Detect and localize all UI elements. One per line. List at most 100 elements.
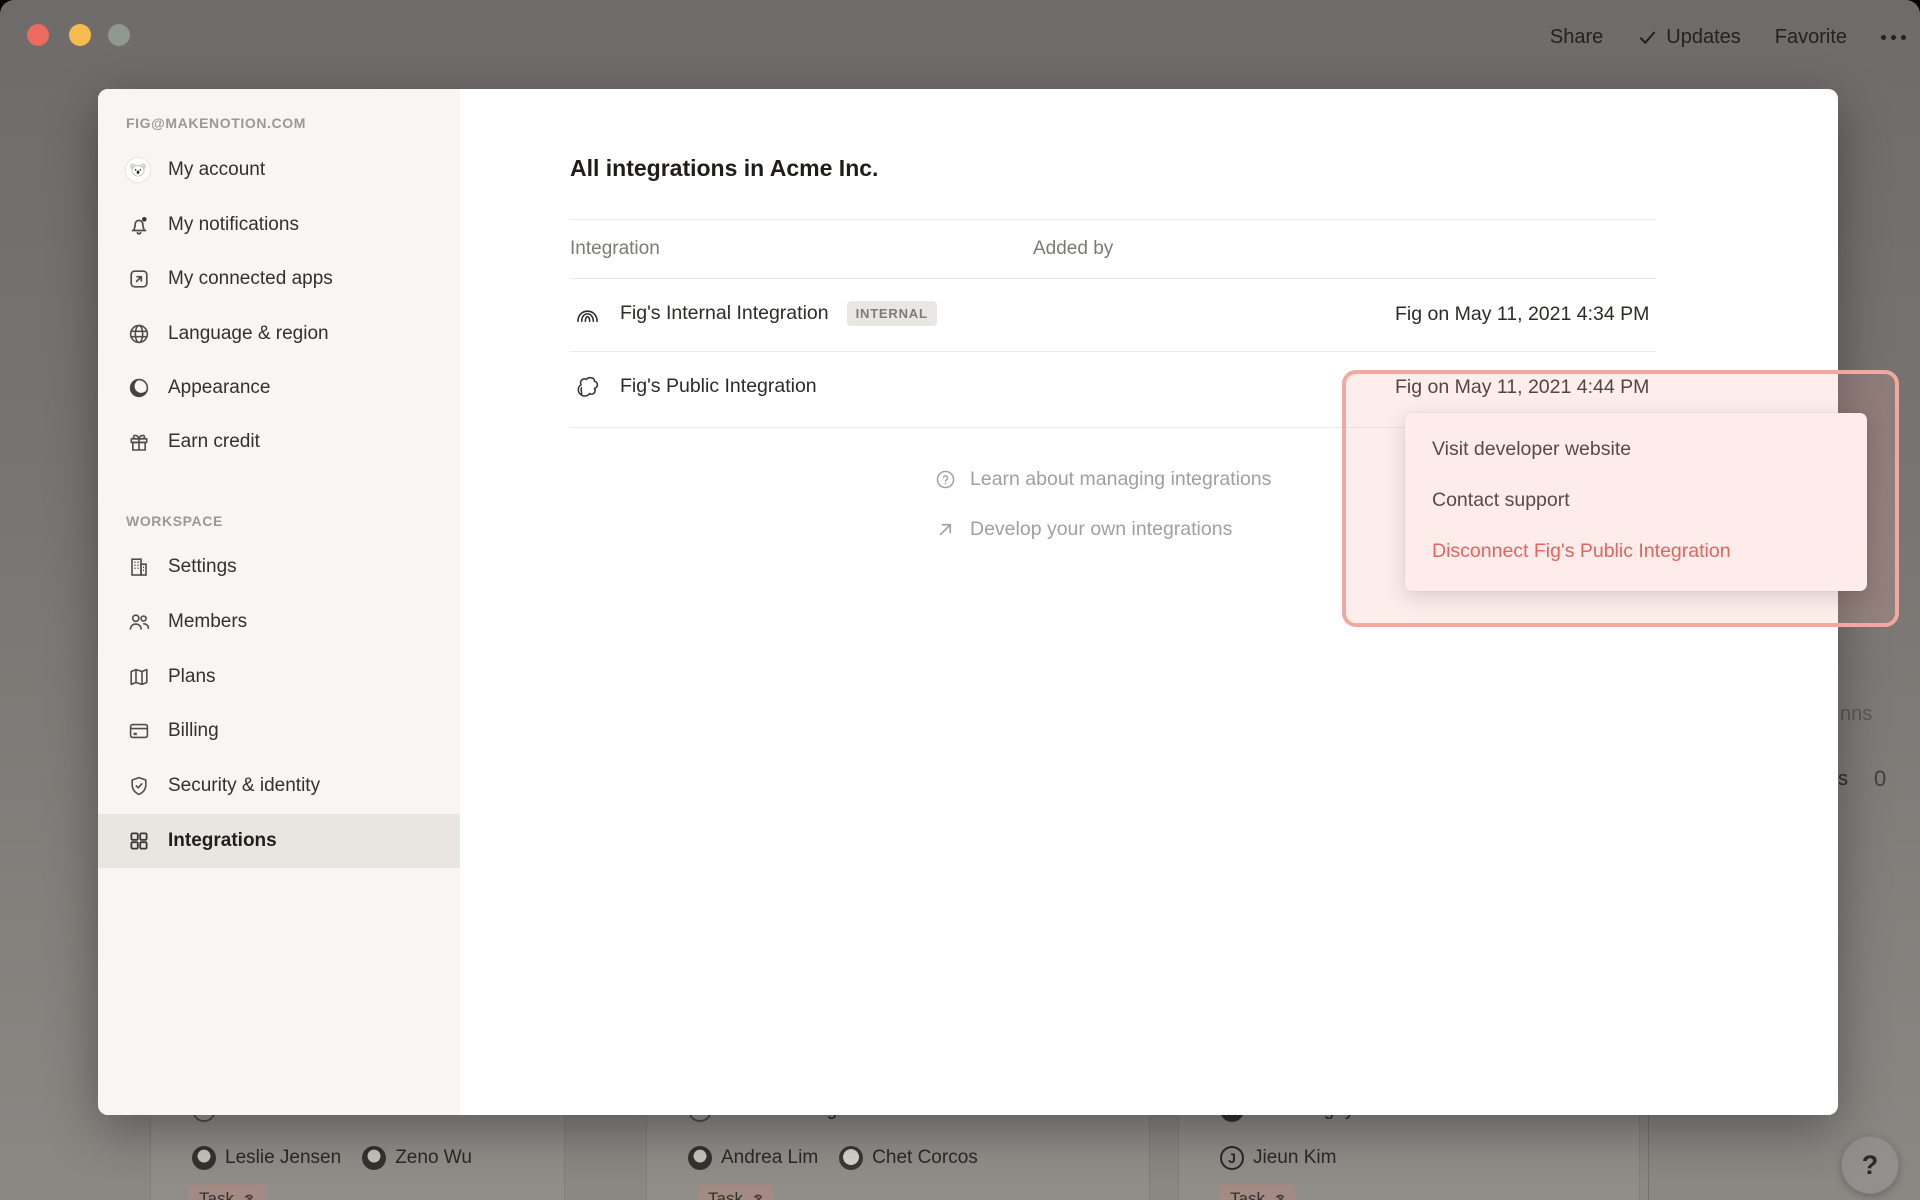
favorite-label: Favorite [1775, 26, 1847, 49]
minimize-window-button[interactable] [69, 24, 91, 46]
added-by-value: Fig on May 11, 2021 4:44 PM [1395, 376, 1649, 399]
sidebar-item-label: Appearance [168, 377, 270, 399]
task-tag: Task [189, 1184, 265, 1200]
settings-modal: FIG@MAKENOTION.COM My account My notific… [98, 89, 1838, 1115]
sidebar-item-billing[interactable]: Billing [98, 704, 460, 758]
titlebar: Share Updates Favorite [0, 0, 1920, 74]
avatar [192, 1146, 216, 1170]
hammer-icon [749, 1192, 764, 1200]
bell-icon [126, 212, 152, 238]
updates-label: Updates [1666, 26, 1741, 49]
sidebar-item-label: Earn credit [168, 431, 260, 453]
account-email-heading: FIG@MAKENOTION.COM [126, 115, 306, 131]
background-count-fragment: 0 [1874, 766, 1886, 792]
koala-avatar-icon [126, 157, 152, 183]
task-tag-label: Task [199, 1189, 234, 1200]
sidebar-item-label: Language & region [168, 323, 329, 345]
arrow-top-right-square-icon [126, 266, 152, 292]
integration-row: Fig's Public Integration [573, 372, 817, 401]
divider [570, 278, 1656, 279]
column-header-added-by: Added by [1033, 238, 1113, 260]
sidebar-item-appearance[interactable]: Appearance [98, 361, 460, 415]
sidebar-item-label: Plans [168, 666, 216, 688]
sidebar-item-members[interactable]: Members [98, 595, 460, 649]
building-icon [126, 554, 152, 580]
gift-icon [126, 429, 152, 455]
develop-integrations-link[interactable]: Develop your own integrations [934, 518, 1232, 541]
sidebar-item-label: Security & identity [168, 775, 320, 797]
sidebar-item-settings[interactable]: Settings [98, 540, 460, 594]
sidebar-item-security-identity[interactable]: Security & identity [98, 759, 460, 813]
map-icon [126, 664, 152, 690]
close-window-button[interactable] [27, 24, 49, 46]
sidebar-item-label: Settings [168, 556, 237, 578]
help-button[interactable]: ? [1841, 1136, 1899, 1194]
column-header-integration: Integration [570, 238, 660, 260]
added-by-value: Fig on May 11, 2021 4:34 PM [1395, 303, 1649, 326]
rainbow-icon [573, 299, 602, 328]
favorite-button[interactable]: Favorite [1775, 26, 1847, 49]
sidebar-item-my-connected-apps[interactable]: My connected apps [98, 252, 460, 306]
sidebar-item-label: Members [168, 611, 247, 633]
person-name: Jieun Kim [1253, 1147, 1336, 1169]
integration-row: Fig's Internal Integration INTERNAL [573, 299, 937, 328]
person-name: Zeno Wu [395, 1147, 472, 1169]
person-name: Leslie Jensen [225, 1147, 341, 1169]
integration-name: Fig's Public Integration [620, 375, 817, 398]
arrow-up-right-icon [934, 518, 957, 541]
workspace-heading: WORKSPACE [126, 513, 223, 529]
hammer-icon [1271, 1192, 1286, 1200]
screen: Share Updates Favorite [0, 0, 1920, 1200]
updates-button[interactable]: Updates [1637, 26, 1741, 49]
board-person-row: J Jieun Kim [1220, 1146, 1336, 1170]
globe-icon [126, 321, 152, 347]
sidebar-item-label: Integrations [168, 830, 277, 852]
sidebar-item-my-notifications[interactable]: My notifications [98, 198, 460, 252]
sidebar-item-integrations[interactable]: Integrations [98, 814, 460, 868]
sidebar-item-label: My notifications [168, 214, 299, 236]
menu-item-disconnect-integration[interactable]: Disconnect Fig's Public Integration [1405, 526, 1867, 577]
task-tag: Task [698, 1184, 774, 1200]
credit-card-icon [126, 718, 152, 744]
learn-managing-integrations-link[interactable]: Learn about managing integrations [934, 468, 1271, 491]
integration-context-menu: Visit developer website Contact support … [1405, 413, 1867, 591]
sidebar-item-earn-credit[interactable]: Earn credit [98, 415, 460, 469]
divider [570, 219, 1656, 220]
people-icon [126, 609, 152, 635]
share-button[interactable]: Share [1550, 26, 1603, 49]
menu-item-contact-support[interactable]: Contact support [1405, 475, 1867, 526]
avatar [688, 1146, 712, 1170]
grid-icon [126, 828, 152, 854]
person-name: Andrea Lim [721, 1147, 818, 1169]
sidebar-item-label: My connected apps [168, 268, 333, 290]
sidebar-item-language-region[interactable]: Language & region [98, 307, 460, 361]
avatar [839, 1146, 863, 1170]
zoom-window-button[interactable] [108, 24, 130, 46]
scribble-doodle-icon [573, 372, 602, 401]
help-circle-icon [934, 468, 957, 491]
check-icon [1637, 27, 1658, 48]
internal-badge: INTERNAL [847, 301, 937, 326]
board-person-row: Leslie Jensen Zeno Wu [192, 1146, 472, 1170]
person-name: Chet Corcos [872, 1147, 978, 1169]
share-label: Share [1550, 26, 1603, 49]
task-tag: Task [1220, 1184, 1296, 1200]
link-label: Develop your own integrations [970, 518, 1232, 541]
more-options-icon[interactable] [1881, 35, 1906, 40]
integrations-panel: All integrations in Acme Inc. Integratio… [460, 89, 1838, 1115]
background-text-fragment: nns [1840, 703, 1872, 726]
menu-item-visit-developer-website[interactable]: Visit developer website [1405, 424, 1867, 475]
avatar: J [1220, 1146, 1244, 1170]
settings-sidebar: FIG@MAKENOTION.COM My account My notific… [98, 89, 460, 1115]
task-tag-label: Task [1230, 1189, 1265, 1200]
sidebar-item-plans[interactable]: Plans [98, 650, 460, 704]
link-label: Learn about managing integrations [970, 468, 1271, 491]
board-column-divider [1648, 1115, 1649, 1200]
sidebar-item-label: Billing [168, 720, 219, 742]
board-person-row: Andrea Lim Chet Corcos [688, 1146, 978, 1170]
sidebar-item-my-account[interactable]: My account [98, 143, 460, 197]
hammer-icon [240, 1192, 255, 1200]
integration-name: Fig's Internal Integration [620, 302, 829, 325]
sidebar-item-label: My account [168, 159, 265, 181]
background-text-fragment: s [1838, 768, 1848, 791]
